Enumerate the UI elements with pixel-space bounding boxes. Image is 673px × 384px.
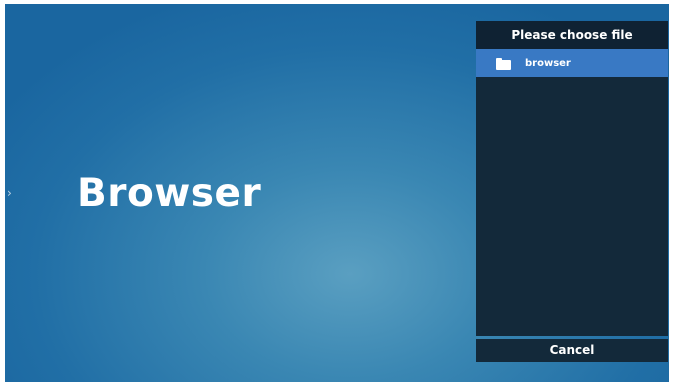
cancel-button[interactable]: Cancel	[476, 339, 668, 362]
file-item-label: browser	[525, 57, 571, 69]
expand-arrow-icon[interactable]: ›	[7, 186, 12, 200]
screen: › Browser Please choose file browser Can…	[5, 4, 669, 382]
folder-icon	[496, 57, 511, 70]
file-chooser-title: Please choose file	[476, 21, 668, 49]
file-item-browser[interactable]: browser	[476, 49, 668, 77]
file-chooser-panel: Please choose file browser	[476, 21, 668, 336]
app-title: Browser	[77, 171, 262, 216]
